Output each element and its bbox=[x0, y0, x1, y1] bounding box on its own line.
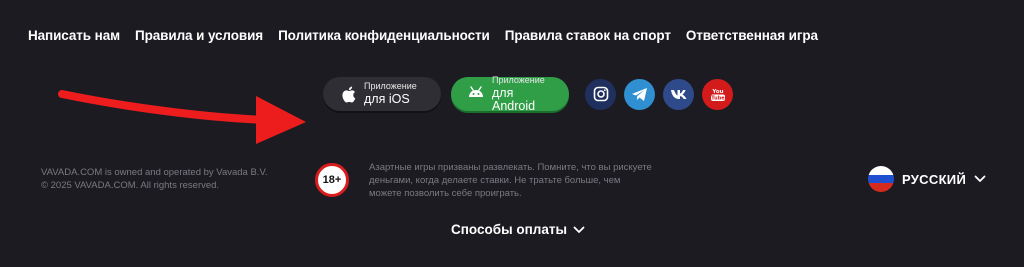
red-arrow-annotation bbox=[58, 90, 306, 144]
social-links: You Tube bbox=[585, 78, 733, 110]
chevron-down-icon bbox=[573, 226, 585, 233]
ios-app-small-label: Приложение bbox=[364, 81, 417, 92]
ios-app-big-label: для iOS bbox=[364, 92, 410, 107]
payment-methods-toggle[interactable]: Способы оплаты bbox=[451, 222, 585, 237]
apple-icon bbox=[339, 84, 357, 104]
android-app-small-label: Приложение bbox=[492, 75, 545, 85]
youtube-icon[interactable]: You Tube bbox=[702, 78, 733, 110]
telegram-icon[interactable] bbox=[624, 78, 655, 110]
nav-sports-betting-rules[interactable]: Правила ставок на спорт bbox=[505, 28, 671, 43]
ios-app-button[interactable]: Приложение для iOS bbox=[323, 77, 441, 111]
svg-text:You: You bbox=[711, 89, 723, 95]
android-icon bbox=[467, 84, 485, 104]
nav-privacy-policy[interactable]: Политика конфиденциальности bbox=[278, 28, 490, 43]
language-label: РУССКИЙ bbox=[902, 171, 967, 187]
payment-methods-label: Способы оплаты bbox=[451, 222, 567, 237]
app-download-row: Приложение для iOS Приложение для Androi… bbox=[323, 75, 733, 113]
vk-icon[interactable] bbox=[663, 78, 694, 110]
gambling-warning-text: Азартные игры призваны развлекать. Помни… bbox=[369, 162, 652, 199]
company-owner-text: VAVADA.COM is owned and operated by Vava… bbox=[41, 167, 268, 178]
svg-text:Tube: Tube bbox=[711, 96, 725, 102]
nav-terms[interactable]: Правила и условия bbox=[135, 28, 263, 43]
language-selector[interactable]: РУССКИЙ bbox=[868, 166, 986, 192]
copyright-text: © 2025 VAVADA.COM. All rights reserved. bbox=[41, 180, 220, 191]
nav-responsible-gaming[interactable]: Ответственная игра bbox=[686, 28, 818, 43]
age-restriction-badge: 18+ bbox=[315, 163, 349, 197]
nav-contact-us[interactable]: Написать нам bbox=[28, 28, 120, 43]
footer-nav: Написать нам Правила и условия Политика … bbox=[28, 28, 818, 43]
company-info: VAVADA.COM is owned and operated by Vava… bbox=[41, 166, 268, 192]
android-app-button[interactable]: Приложение для Android bbox=[451, 75, 569, 113]
russia-flag-icon bbox=[868, 166, 894, 192]
chevron-down-icon bbox=[974, 175, 986, 182]
android-app-big-label: для Android bbox=[492, 86, 536, 113]
instagram-icon[interactable] bbox=[585, 78, 616, 110]
